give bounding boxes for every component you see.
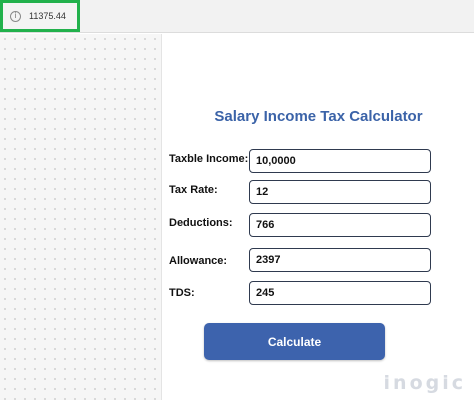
tds-input[interactable]	[249, 281, 431, 305]
allowance-input[interactable]	[249, 248, 431, 272]
calculate-button[interactable]: Calculate	[204, 323, 385, 360]
canvas-grid-area	[0, 34, 162, 400]
formula-value: 11375.44	[29, 11, 66, 21]
info-icon[interactable]: i	[10, 10, 21, 22]
tds-label: TDS:	[169, 287, 195, 299]
tax-calculator-screen: Salary Income Tax Calculator Taxble Inco…	[163, 34, 474, 400]
taxable-income-label: Taxble Income:	[169, 153, 249, 165]
page-title: Salary Income Tax Calculator	[214, 108, 423, 125]
formula-bar: i 11375.44	[0, 0, 474, 33]
allowance-label: Allowance:	[169, 255, 228, 267]
inogic-watermark: inogic	[383, 372, 466, 394]
deductions-input[interactable]	[249, 213, 431, 237]
tax-rate-label: Tax Rate:	[169, 184, 218, 196]
deductions-label: Deductions:	[169, 217, 233, 229]
formula-value-box[interactable]: i 11375.44	[0, 0, 80, 32]
taxable-income-input[interactable]	[249, 149, 431, 173]
tax-rate-input[interactable]	[249, 180, 431, 204]
